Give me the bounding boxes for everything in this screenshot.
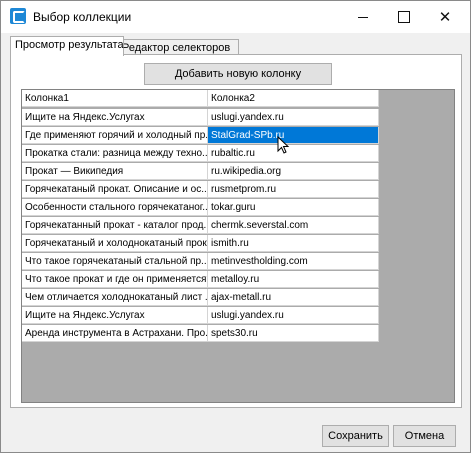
cell-domain[interactable]: spets30.ru bbox=[208, 325, 379, 342]
cell-domain[interactable]: metinvestholding.com bbox=[208, 253, 379, 270]
window-title: Выбор коллекции bbox=[33, 10, 132, 24]
table-row[interactable]: Горячекатаный и холоднокатаный прок... is… bbox=[22, 235, 379, 252]
cell-title[interactable]: Горячекатаный и холоднокатаный прок... bbox=[22, 235, 208, 252]
table-row[interactable]: Ищите на Яндекс.Услугах uslugi.yandex.ru bbox=[22, 307, 379, 324]
close-icon: ✕ bbox=[438, 9, 452, 26]
table-row[interactable]: Прокат — Википедия ru.wikipedia.org bbox=[22, 163, 379, 180]
table-row[interactable]: Аренда инструмента в Астрахани. Про... sp… bbox=[22, 325, 379, 342]
mouse-cursor-icon bbox=[277, 136, 290, 154]
cell-title[interactable]: Особенности стального горячекатаног... bbox=[22, 199, 208, 216]
maximize-icon bbox=[398, 11, 410, 23]
tab-panel: Добавить новую колонку Колонка1 Колонка2… bbox=[10, 54, 462, 408]
app-icon bbox=[10, 8, 26, 24]
cell-title[interactable]: Чем отличается холоднокатаный лист ... bbox=[22, 289, 208, 306]
column-header-1[interactable]: Колонка1 bbox=[22, 90, 208, 107]
results-grid[interactable]: Колонка1 Колонка2 Ищите на Яндекс.Услуга… bbox=[21, 89, 455, 403]
title-bar[interactable]: Выбор коллекции ✕ bbox=[1, 1, 470, 33]
table-row[interactable]: Что такое прокат и где он применяется? me… bbox=[22, 271, 379, 288]
cell-title[interactable]: Ищите на Яндекс.Услугах bbox=[22, 307, 208, 324]
close-button[interactable]: ✕ bbox=[425, 1, 465, 33]
save-button[interactable]: Сохранить bbox=[322, 425, 389, 447]
cell-title[interactable]: Ищите на Яндекс.Услугах bbox=[22, 109, 208, 126]
cell-domain[interactable]: chermk.severstal.com bbox=[208, 217, 379, 234]
add-column-button[interactable]: Добавить новую колонку bbox=[144, 63, 332, 85]
table-row[interactable]: Ищите на Яндекс.Услугах uslugi.yandex.ru bbox=[22, 109, 379, 126]
table-row[interactable]: Где применяют горячий и холодный пр... St… bbox=[22, 127, 379, 144]
cell-domain[interactable]: uslugi.yandex.ru bbox=[208, 307, 379, 324]
cell-domain[interactable]: uslugi.yandex.ru bbox=[208, 109, 379, 126]
cell-domain[interactable]: metalloy.ru bbox=[208, 271, 379, 288]
cell-domain[interactable]: ru.wikipedia.org bbox=[208, 163, 379, 180]
cell-title[interactable]: Горячекатанный прокат - каталог прод... bbox=[22, 217, 208, 234]
cell-domain[interactable]: ajax-metall.ru bbox=[208, 289, 379, 306]
cell-title[interactable]: Что такое горячекатаный стальной пр... bbox=[22, 253, 208, 270]
cell-domain[interactable]: rubaltic.ru bbox=[208, 145, 379, 162]
table-row[interactable]: Горячекатаный прокат. Описание и ос... ru… bbox=[22, 181, 379, 198]
cell-title[interactable]: Где применяют горячий и холодный пр... bbox=[22, 127, 208, 144]
cell-title[interactable]: Аренда инструмента в Астрахани. Про... bbox=[22, 325, 208, 342]
cell-title[interactable]: Что такое прокат и где он применяется? bbox=[22, 271, 208, 288]
cell-domain[interactable]: tokar.guru bbox=[208, 199, 379, 216]
tab-result-view[interactable]: Просмотр результата bbox=[10, 36, 124, 56]
table-row[interactable]: Особенности стального горячекатаног... to… bbox=[22, 199, 379, 216]
column-header-2[interactable]: Колонка2 bbox=[208, 90, 379, 107]
minimize-button[interactable] bbox=[343, 1, 383, 33]
cell-domain[interactable]: ismith.ru bbox=[208, 235, 379, 252]
table-row[interactable]: Горячекатанный прокат - каталог прод... c… bbox=[22, 217, 379, 234]
cancel-button[interactable]: Отмена bbox=[393, 425, 456, 447]
table-row[interactable]: Что такое горячекатаный стальной пр... me… bbox=[22, 253, 379, 270]
cell-title[interactable]: Прокатка стали: разница между техно... bbox=[22, 145, 208, 162]
table-row[interactable]: Прокатка стали: разница между техно... ru… bbox=[22, 145, 379, 162]
cell-title[interactable]: Горячекатаный прокат. Описание и ос... bbox=[22, 181, 208, 198]
grid-header: Колонка1 Колонка2 bbox=[22, 90, 379, 107]
cell-domain[interactable]: StalGrad-SPb.ru bbox=[208, 127, 379, 144]
cell-domain[interactable]: rusmetprom.ru bbox=[208, 181, 379, 198]
minimize-icon bbox=[358, 16, 368, 18]
table-row[interactable]: Чем отличается холоднокатаный лист ... aj… bbox=[22, 289, 379, 306]
cell-title[interactable]: Прокат — Википедия bbox=[22, 163, 208, 180]
maximize-button[interactable] bbox=[384, 1, 424, 33]
collection-picker-window: Выбор коллекции ✕ Просмотр результата Ре… bbox=[0, 0, 471, 453]
